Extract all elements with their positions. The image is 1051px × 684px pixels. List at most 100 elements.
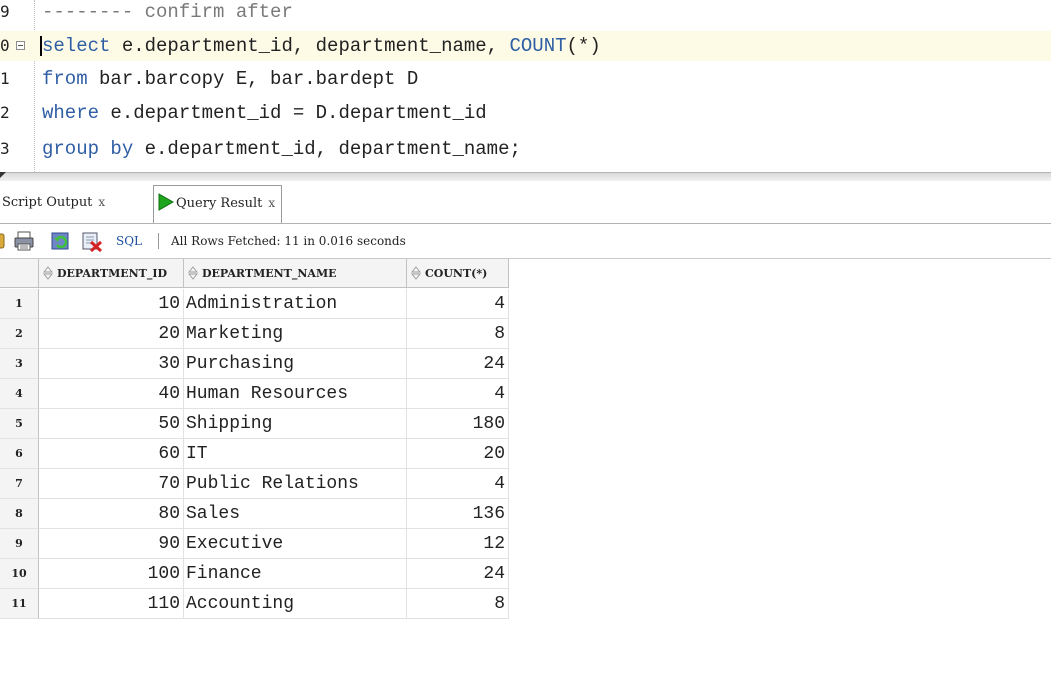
cell-department-id[interactable]: 100	[39, 559, 184, 589]
fold-collapse-icon[interactable]	[16, 41, 25, 50]
cell-department-id[interactable]: 90	[39, 529, 184, 559]
table-row[interactable]: 7 70 Public Relations 4	[0, 469, 510, 499]
cell-department-id[interactable]: 50	[39, 409, 184, 439]
table-row[interactable]: 9 90 Executive 12	[0, 529, 510, 559]
code-text: from bar.barcopy E, bar.bardept D	[42, 64, 418, 94]
cell-count[interactable]: 12	[407, 529, 509, 559]
cell-count[interactable]: 24	[407, 349, 509, 379]
fetch-status: All Rows Fetched: 11 in 0.016 seconds	[171, 234, 406, 248]
sort-icon[interactable]	[43, 266, 53, 280]
line-number: 1	[0, 69, 10, 88]
sql-code: e.department_id = D.department_id	[99, 102, 487, 124]
cell-department-name[interactable]: Public Relations	[184, 469, 407, 499]
table-row[interactable]: 5 50 Shipping 180	[0, 409, 510, 439]
column-header-label: DEPARTMENT_NAME	[202, 267, 337, 280]
cell-department-name[interactable]: Administration	[184, 289, 407, 319]
panel-splitter[interactable]	[0, 172, 1051, 181]
row-number[interactable]: 10	[0, 559, 39, 589]
cell-department-name[interactable]: Purchasing	[184, 349, 407, 379]
row-number[interactable]: 9	[0, 529, 39, 559]
cell-count[interactable]: 180	[407, 409, 509, 439]
column-header-department-id[interactable]: DEPARTMENT_ID	[39, 259, 184, 288]
sql-code: e.department_id, department_name,	[110, 35, 510, 57]
play-icon	[158, 193, 174, 211]
row-number[interactable]: 3	[0, 349, 39, 379]
column-header-label: DEPARTMENT_ID	[57, 267, 168, 280]
cell-department-id[interactable]: 80	[39, 499, 184, 529]
cell-count[interactable]: 4	[407, 379, 509, 409]
cell-department-id[interactable]: 110	[39, 589, 184, 619]
cell-department-name[interactable]: IT	[184, 439, 407, 469]
cell-department-id[interactable]: 70	[39, 469, 184, 499]
tab-label: Query Result	[176, 196, 263, 211]
row-number[interactable]: 1	[0, 289, 39, 319]
tab-query-result[interactable]: Query Result x	[153, 185, 283, 223]
refresh-icon[interactable]	[50, 230, 72, 252]
cell-department-name[interactable]: Shipping	[184, 409, 407, 439]
table-row[interactable]: 6 60 IT 20	[0, 439, 510, 469]
output-tabs: Script Output x Query Result x	[0, 181, 1051, 224]
cell-count[interactable]: 8	[407, 589, 509, 619]
code-text: select e.department_id, department_name,…	[42, 31, 601, 61]
row-number[interactable]: 6	[0, 439, 39, 469]
table-row[interactable]: 2 20 Marketing 8	[0, 319, 510, 349]
toolbar-separator	[158, 233, 159, 249]
row-number[interactable]: 7	[0, 469, 39, 499]
tab-label: Script Output	[2, 195, 93, 210]
cell-count[interactable]: 8	[407, 319, 509, 349]
cell-count[interactable]: 4	[407, 469, 509, 499]
column-header-count[interactable]: COUNT(*)	[407, 259, 509, 288]
table-row[interactable]: 11 110 Accounting 8	[0, 589, 510, 619]
row-number[interactable]: 8	[0, 499, 39, 529]
sort-icon[interactable]	[411, 266, 421, 280]
pin-icon[interactable]	[0, 230, 10, 252]
delete-icon[interactable]	[81, 230, 103, 252]
cell-department-name[interactable]: Executive	[184, 529, 407, 559]
line-number: 9	[0, 2, 10, 21]
code-text: -------- confirm after	[42, 0, 293, 27]
table-row[interactable]: 8 80 Sales 136	[0, 499, 510, 529]
row-number[interactable]: 2	[0, 319, 39, 349]
grid-header: DEPARTMENT_ID DEPARTMENT_NAME COUNT(*)	[0, 259, 510, 289]
sql-editor[interactable]: 9 -------- confirm after 0 select e.depa…	[0, 0, 1051, 172]
row-number[interactable]: 4	[0, 379, 39, 409]
column-header-department-name[interactable]: DEPARTMENT_NAME	[184, 259, 407, 288]
code-line-9[interactable]: 9 -------- confirm after	[0, 0, 1051, 27]
cell-department-name[interactable]: Human Resources	[184, 379, 407, 409]
cell-department-name[interactable]: Finance	[184, 559, 407, 589]
print-icon[interactable]	[13, 230, 35, 252]
sql-code: (*)	[566, 35, 601, 57]
cell-department-name[interactable]: Sales	[184, 499, 407, 529]
cell-department-id[interactable]: 10	[39, 289, 184, 319]
tab-script-output[interactable]: Script Output x	[2, 185, 105, 219]
sql-comment: -------- confirm after	[42, 1, 293, 23]
cell-department-name[interactable]: Accounting	[184, 589, 407, 619]
table-row[interactable]: 3 30 Purchasing 24	[0, 349, 510, 379]
cell-count[interactable]: 20	[407, 439, 509, 469]
code-line-11[interactable]: 1 from bar.barcopy E, bar.bardept D	[0, 64, 1051, 94]
table-row[interactable]: 1 10 Administration 4	[0, 289, 510, 319]
row-number[interactable]: 5	[0, 409, 39, 439]
result-toolbar: SQL All Rows Fetched: 11 in 0.016 second…	[0, 224, 1051, 259]
table-row[interactable]: 4 40 Human Resources 4	[0, 379, 510, 409]
sql-keyword: where	[42, 102, 100, 124]
close-tab-icon[interactable]: x	[98, 195, 105, 209]
sort-icon[interactable]	[188, 266, 198, 280]
code-line-10[interactable]: 0 select e.department_id, department_nam…	[0, 31, 1051, 61]
row-number[interactable]: 11	[0, 589, 39, 619]
code-line-12[interactable]: 2 where e.department_id = D.department_i…	[0, 98, 1051, 128]
code-line-13[interactable]: 3 group by e.department_id, department_n…	[0, 134, 1051, 164]
cell-count[interactable]: 24	[407, 559, 509, 589]
table-row[interactable]: 10 100 Finance 24	[0, 559, 510, 589]
close-tab-icon[interactable]: x	[268, 196, 275, 210]
cell-department-id[interactable]: 20	[39, 319, 184, 349]
cell-department-id[interactable]: 30	[39, 349, 184, 379]
sql-code: e.department_id, department_name;	[133, 138, 521, 160]
cell-count[interactable]: 4	[407, 289, 509, 319]
cell-count[interactable]: 136	[407, 499, 509, 529]
cell-department-id[interactable]: 60	[39, 439, 184, 469]
sql-button[interactable]: SQL	[116, 224, 142, 258]
cell-department-name[interactable]: Marketing	[184, 319, 407, 349]
cell-department-id[interactable]: 40	[39, 379, 184, 409]
sql-keyword: group by	[42, 138, 134, 160]
